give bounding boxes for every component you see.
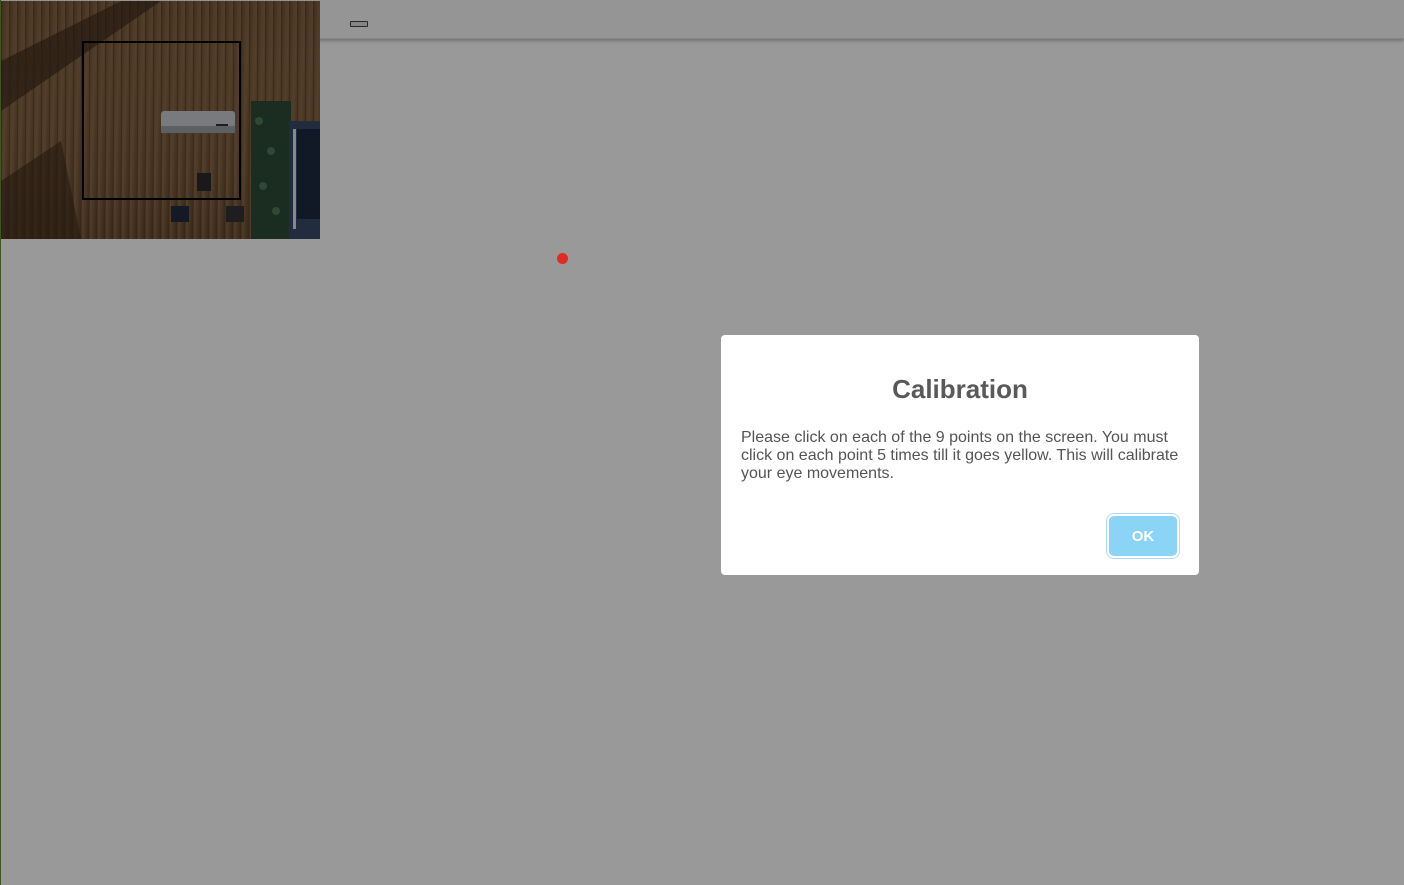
page-root: Calibration Please click on each of the …: [0, 0, 1404, 885]
calibration-dialog: Calibration Please click on each of the …: [721, 335, 1199, 575]
calibration-point[interactable]: [557, 253, 568, 264]
dialog-title: Calibration: [892, 374, 1028, 404]
dialog-message: Please click on each of the 9 points on …: [741, 429, 1179, 482]
ok-button[interactable]: OK: [1109, 516, 1177, 556]
